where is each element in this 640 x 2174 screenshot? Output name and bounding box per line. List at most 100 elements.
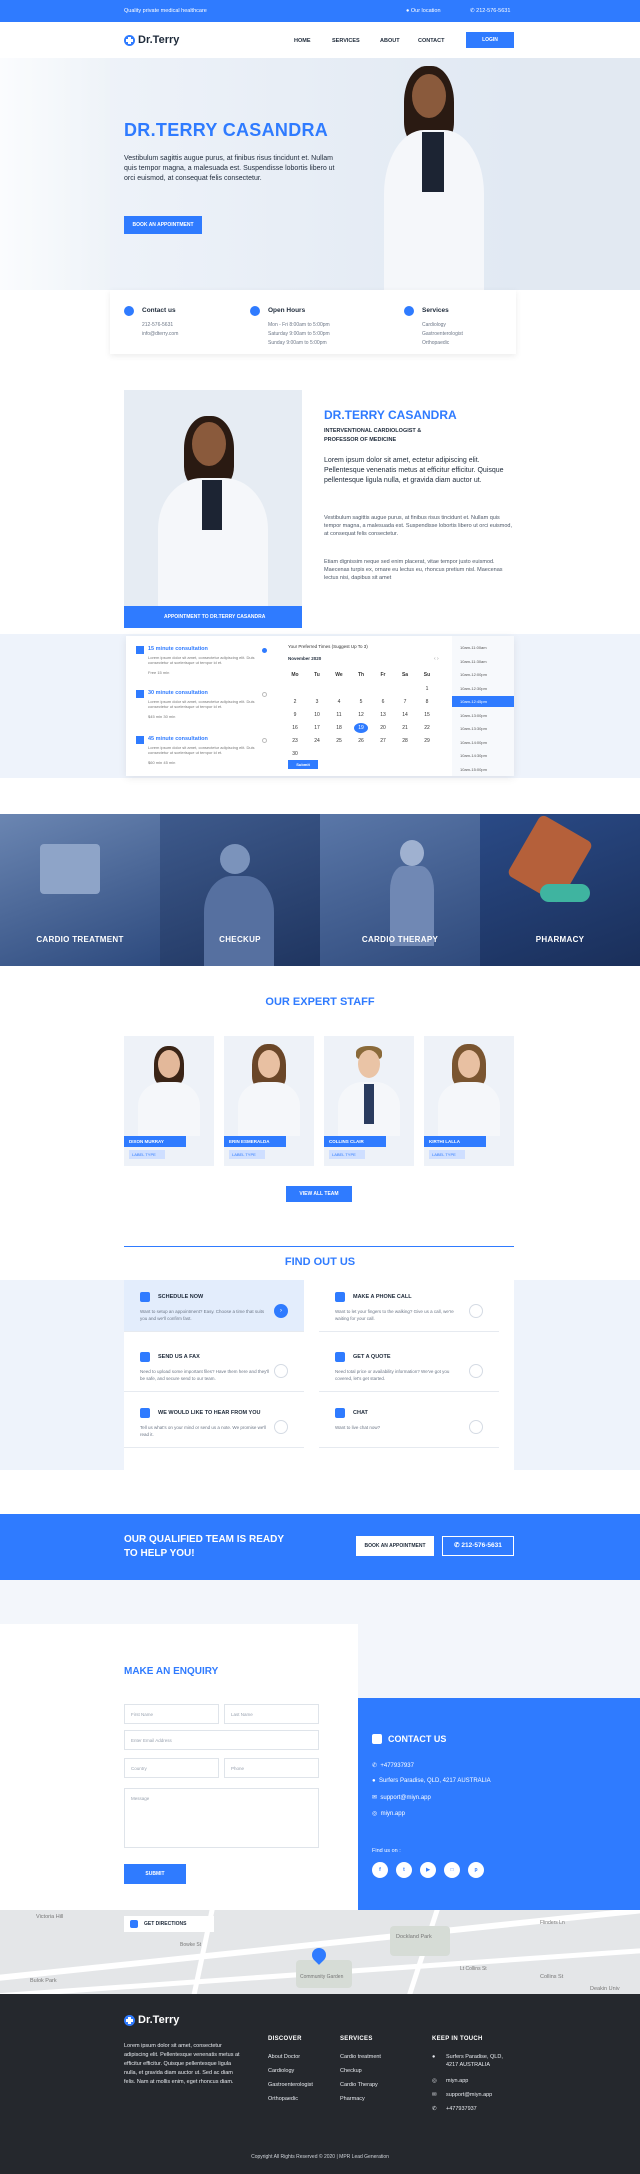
calendar-day[interactable]: 4 — [332, 697, 346, 707]
staff-card[interactable]: DIXON MURRAY LABEL TYPE — [124, 1036, 214, 1166]
view-all-team-button[interactable]: VIEW ALL TEAM — [286, 1186, 352, 1202]
phone-link[interactable]: ✆ 212-576-5631 — [470, 8, 510, 14]
email-field[interactable]: Enter Email Address — [124, 1730, 319, 1750]
calendar-day[interactable]: 3 — [310, 697, 324, 707]
calendar-day[interactable]: 7 — [398, 697, 412, 707]
footer-link[interactable]: About Doctor — [268, 2054, 300, 2060]
time-slot[interactable]: 10am-13:00pm — [452, 710, 514, 721]
service-checkup[interactable]: CHECKUP — [160, 814, 320, 966]
calendar-day[interactable]: 29 — [420, 736, 434, 746]
service-cardio-treatment[interactable]: CARDIO TREATMENT — [0, 814, 160, 966]
calendar-day[interactable]: 10 — [310, 710, 324, 720]
card-phone[interactable]: MAKE A PHONE CALL Want to let your finge… — [319, 1280, 499, 1332]
youtube-icon[interactable]: ▶ — [420, 1862, 436, 1878]
calendar-day[interactable]: 11 — [332, 710, 346, 720]
contact-email[interactable]: ✉ support@miyn.app — [372, 1794, 431, 1801]
instagram-icon[interactable]: □ — [444, 1862, 460, 1878]
time-slot[interactable]: 10am-12:45pm — [452, 696, 514, 707]
calendar-day[interactable]: 5 — [354, 697, 368, 707]
calendar-day[interactable]: 1 — [420, 684, 434, 694]
arrow-right-icon[interactable] — [469, 1420, 483, 1434]
calendar-day[interactable]: 25 — [332, 736, 346, 746]
calendar-day[interactable]: 24 — [310, 736, 324, 746]
calendar-day[interactable]: 17 — [310, 723, 324, 733]
calendar-day[interactable]: 2 — [288, 697, 302, 707]
calendar-day[interactable]: 27 — [376, 736, 390, 746]
arrow-right-icon[interactable] — [274, 1420, 288, 1434]
footer-link[interactable]: Cardio treatment — [340, 2054, 381, 2060]
time-slot[interactable]: 10am-12:00pm — [452, 669, 514, 680]
calendar-nav-icon[interactable]: ‹ › — [434, 656, 439, 662]
message-field[interactable]: Message — [124, 1788, 319, 1848]
card-fax[interactable]: SEND US A FAX Need to upload some import… — [124, 1340, 304, 1392]
map[interactable]: Victoria Hill Bulok Park Bowke St Dockla… — [0, 1910, 640, 1994]
radio[interactable] — [262, 738, 267, 743]
footer-link[interactable]: Cardio Therapy — [340, 2082, 378, 2088]
calendar-submit-button[interactable]: Submit — [288, 760, 318, 769]
last-name-field[interactable]: Last Name — [224, 1704, 319, 1724]
twitter-icon[interactable]: t — [396, 1862, 412, 1878]
footer-link[interactable]: Orthopaedic — [268, 2096, 298, 2102]
calendar-day[interactable]: 15 — [420, 710, 434, 720]
arrow-right-icon[interactable]: › — [274, 1304, 288, 1318]
first-name-field[interactable]: First Name — [124, 1704, 219, 1724]
arrow-right-icon[interactable] — [469, 1364, 483, 1378]
calendar-day[interactable]: 14 — [398, 710, 412, 720]
card-chat[interactable]: CHAT Want to live chat now? — [319, 1396, 499, 1448]
country-field[interactable]: Country — [124, 1758, 219, 1778]
pinterest-icon[interactable]: p — [468, 1862, 484, 1878]
card-hear[interactable]: WE WOULD LIKE TO HEAR FROM YOU Tell us w… — [124, 1396, 304, 1448]
arrow-right-icon[interactable] — [469, 1304, 483, 1318]
time-slot[interactable]: 10am-15:00pm — [452, 764, 514, 775]
nav-home[interactable]: HOME — [294, 38, 311, 44]
phone-field[interactable]: Phone — [224, 1758, 319, 1778]
calendar-day[interactable]: 20 — [376, 723, 390, 733]
staff-card[interactable]: KIRTHI LALLA LABEL TYPE — [424, 1036, 514, 1166]
staff-card[interactable]: ERIN ESMERALDA LABEL TYPE — [224, 1036, 314, 1166]
calendar-day[interactable]: 16 — [288, 723, 302, 733]
footer-link[interactable]: Pharmacy — [340, 2096, 365, 2102]
card-quote[interactable]: GET A QUOTE Need total price or availabi… — [319, 1340, 499, 1392]
cta-book-button[interactable]: BOOK AN APPOINTMENT — [356, 1536, 434, 1556]
session-15[interactable]: 15 minute consultation Lorem ipsum dolor… — [136, 644, 270, 684]
nav-services[interactable]: SERVICES — [332, 38, 360, 44]
get-directions-button[interactable]: GET DIRECTIONS — [124, 1916, 214, 1932]
session-30[interactable]: 30 minute consultation Lorem ipsum dolor… — [136, 688, 270, 728]
nav-about[interactable]: ABOUT — [380, 38, 400, 44]
calendar-day[interactable]: 13 — [376, 710, 390, 720]
footer-logo[interactable]: Dr.Terry — [124, 2014, 179, 2026]
arrow-right-icon[interactable] — [274, 1364, 288, 1378]
card-schedule[interactable]: SCHEDULE NOW Want to setup an appointmen… — [124, 1280, 304, 1332]
calendar-day[interactable]: 21 — [398, 723, 412, 733]
calendar-day[interactable]: 8 — [420, 697, 434, 707]
calendar-day[interactable]: 26 — [354, 736, 368, 746]
calendar-day[interactable]: 30 — [288, 749, 302, 759]
calendar-day[interactable]: 9 — [288, 710, 302, 720]
facebook-icon[interactable]: f — [372, 1862, 388, 1878]
footer-link[interactable]: Cardiology — [268, 2068, 294, 2074]
time-slot[interactable]: 10am-14:00pm — [452, 737, 514, 748]
time-slot[interactable]: 10am-11:30am — [452, 656, 514, 667]
session-45[interactable]: 45 minute consultation Lorem ipsum dolor… — [136, 734, 270, 774]
cta-phone-button[interactable]: ✆ 212-576-5631 — [442, 1536, 514, 1556]
footer-link[interactable]: Gastroenterologist — [268, 2082, 313, 2088]
location-link[interactable]: ● Our location — [406, 8, 441, 14]
submit-button[interactable]: SUBMIT — [124, 1864, 186, 1884]
radio-selected[interactable] — [262, 648, 267, 653]
service-cardio-therapy[interactable]: CARDIO THERAPY — [320, 814, 480, 966]
appointment-dr-button[interactable]: APPOINTMENT TO DR.TERRY CASANDRA — [124, 606, 302, 628]
radio[interactable] — [262, 692, 267, 697]
calendar-day[interactable]: 23 — [288, 736, 302, 746]
staff-card[interactable]: COLLINS CLAIR LABEL TYPE — [324, 1036, 414, 1166]
book-appointment-button[interactable]: BOOK AN APPOINTMENT — [124, 216, 202, 234]
contact-web[interactable]: ◎ miyn.app — [372, 1810, 405, 1817]
service-pharmacy[interactable]: PHARMACY — [480, 814, 640, 966]
time-slot[interactable]: 10am-11:00am — [452, 642, 514, 653]
calendar-day[interactable]: 6 — [376, 697, 390, 707]
nav-contact[interactable]: CONTACT — [418, 38, 444, 44]
calendar-day[interactable]: 22 — [420, 723, 434, 733]
calendar-day[interactable]: 19 — [354, 723, 368, 733]
calendar-day[interactable]: 18 — [332, 723, 346, 733]
logo[interactable]: Dr.Terry — [124, 34, 179, 46]
time-slot[interactable]: 10am-14:30pm — [452, 750, 514, 761]
